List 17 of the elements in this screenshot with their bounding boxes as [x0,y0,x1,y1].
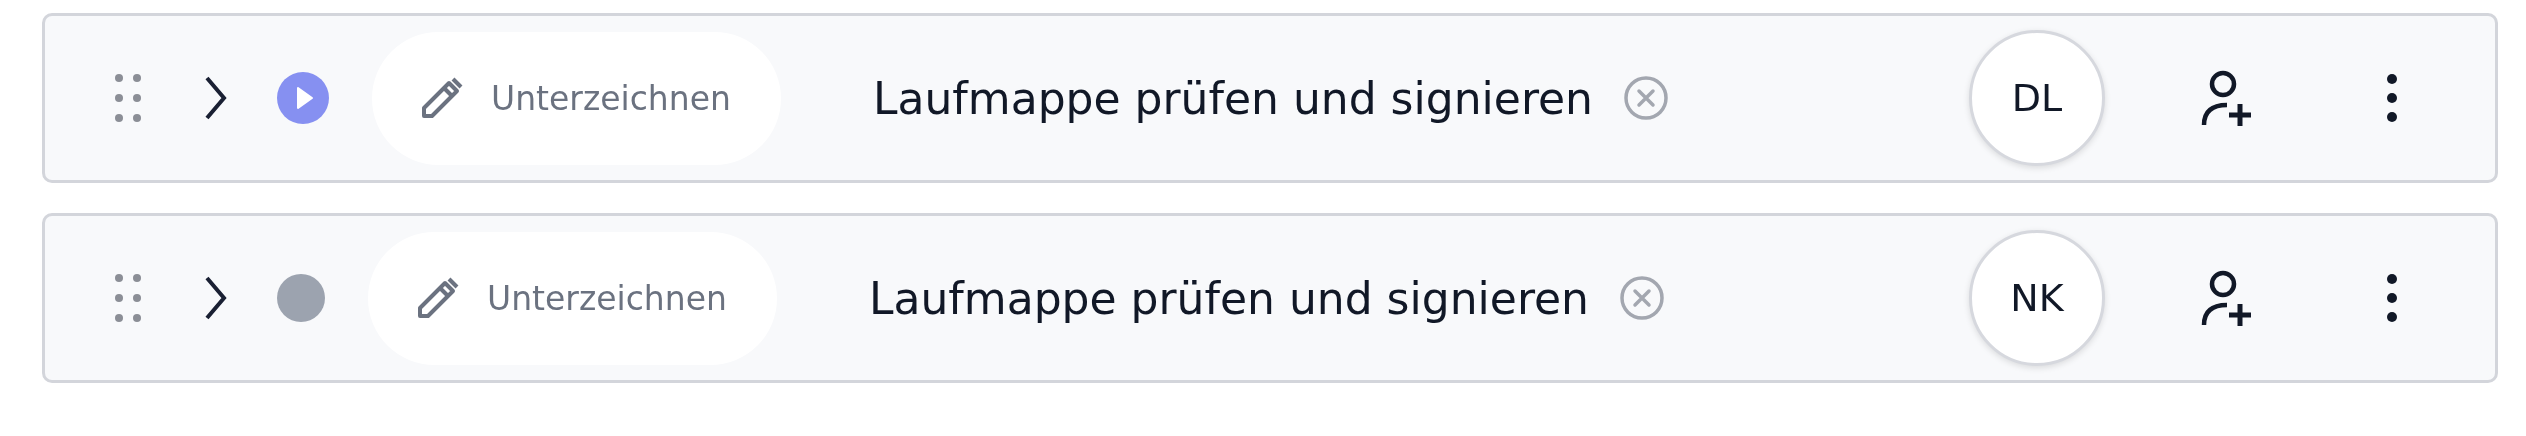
avatar[interactable]: NK [1969,230,2105,366]
pencil-icon [419,75,465,121]
task-title: Laufmappe prüfen und signieren [869,272,1589,324]
more-icon[interactable] [2385,73,2399,123]
chevron-icon[interactable] [205,276,227,320]
drag-handle-icon[interactable] [115,273,141,323]
play-icon[interactable] [277,72,329,124]
more-icon[interactable] [2385,273,2399,323]
add-user-icon[interactable] [2201,70,2253,126]
drag-handle-icon[interactable] [115,73,141,123]
avatar[interactable]: DL [1969,30,2105,166]
action-button[interactable]: Unterzeichnen [368,231,777,365]
pencil-icon [415,275,461,321]
add-user-icon[interactable] [2201,270,2253,326]
chevron-icon[interactable] [205,76,227,120]
task-title: Laufmappe prüfen und signieren [873,72,1593,124]
action-button[interactable]: Unterzeichnen [372,31,781,165]
